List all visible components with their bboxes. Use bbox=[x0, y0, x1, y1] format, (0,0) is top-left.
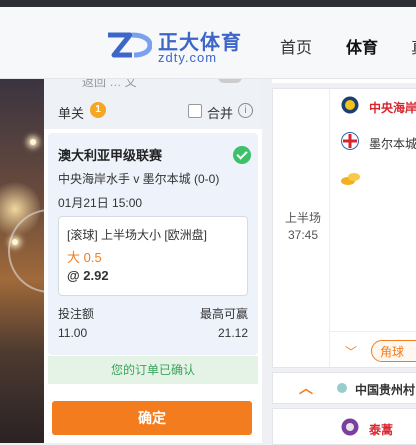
team-home-2[interactable]: 泰蒿 bbox=[369, 421, 393, 438]
chevron-down-icon[interactable]: ﹀ bbox=[345, 343, 357, 360]
bet-datetime: 01月21日 15:00 bbox=[58, 196, 143, 210]
merge-label: 合并 bbox=[207, 106, 234, 121]
single-bet-tab[interactable]: 单关 bbox=[58, 103, 84, 122]
site-header: 正大体育 zdty.com 首页 体育 真 bbox=[0, 7, 416, 79]
match-panel-top bbox=[272, 79, 416, 83]
bet-odds: @ 2.92 bbox=[67, 268, 109, 283]
bet-league: 澳大利亚甲级联赛 bbox=[58, 148, 163, 163]
match-row-separator bbox=[330, 331, 416, 332]
match-period: 上半场 bbox=[284, 211, 321, 225]
team-home[interactable]: 中央海岸 bbox=[369, 99, 416, 116]
zd-logo-icon bbox=[108, 32, 152, 58]
nav-sports[interactable]: 体育 bbox=[346, 34, 378, 58]
stake-label: 投注额 bbox=[58, 307, 95, 321]
bet-teams: 中央海岸水手 v 墨尔本城 (0-0) bbox=[58, 172, 220, 186]
max-win-value: 21.12 bbox=[217, 326, 248, 340]
match-card-2[interactable]: 泰蒿 bbox=[272, 408, 416, 445]
site-logo[interactable]: 正大体育 zdty.com bbox=[106, 27, 241, 67]
bet-card: 澳大利亚甲级联赛 中央海岸水手 v 墨尔本城 (0-0) 01月21日 15:0… bbox=[48, 133, 258, 355]
chevron-up-icon[interactable]: ︿ bbox=[299, 378, 313, 398]
central-coast-crest-icon bbox=[341, 96, 359, 114]
team-away[interactable]: 墨尔本城 bbox=[369, 135, 416, 152]
corner-market-button[interactable]: 角球 bbox=[371, 340, 416, 362]
match-clock: 37:45 bbox=[287, 228, 319, 242]
league-icon bbox=[337, 383, 347, 393]
logo-text-en: zdty.com bbox=[158, 50, 218, 65]
match-time-column: 上半场 37:45 bbox=[273, 89, 330, 367]
stadium-background-image bbox=[0, 79, 44, 443]
nav-home[interactable]: 首页 bbox=[280, 34, 312, 58]
order-confirmed-banner: 您的订单已确认 bbox=[48, 356, 258, 384]
single-count-badge: 1 bbox=[90, 102, 106, 118]
confirm-button[interactable]: 确定 bbox=[52, 401, 252, 435]
bet-mode-row: 单关 1 合并 i bbox=[44, 93, 262, 129]
league-header-bar[interactable]: ︿ 中国贵州村 bbox=[272, 372, 416, 404]
bet-selection-box: [滚球] 上半场大小 [欧洲盘] 大 0.5 @ 2.92 bbox=[58, 216, 248, 296]
bet-market: [滚球] 上半场大小 [欧洲盘] bbox=[67, 228, 208, 242]
merge-checkbox[interactable] bbox=[188, 104, 202, 118]
live-match-card[interactable]: 上半场 37:45 中央海岸 墨尔本城 ﹀ 角球 bbox=[272, 88, 416, 368]
melbourne-city-crest-icon bbox=[341, 132, 359, 150]
slip-top-partial: 返回 … 又 bbox=[44, 79, 262, 93]
bet-slip: 返回 … 又 单关 1 合并 i 澳大利亚甲级联赛 中央海岸水手 v 墨尔本城 … bbox=[44, 79, 262, 443]
nav-live[interactable]: 真 bbox=[411, 34, 416, 58]
league-name: 中国贵州村 bbox=[355, 383, 416, 397]
bet-pick: 大 0.5 bbox=[67, 250, 102, 265]
stake-value: 11.00 bbox=[58, 326, 88, 340]
stadium-light bbox=[30, 139, 36, 145]
check-success-icon bbox=[233, 146, 251, 164]
panel-divider bbox=[262, 79, 272, 443]
max-win-label: 最高可赢 bbox=[199, 307, 248, 321]
slip-top-toggle[interactable] bbox=[218, 79, 242, 83]
browser-top-strip bbox=[0, 0, 416, 7]
stadium-light bbox=[12, 239, 18, 245]
info-icon[interactable]: i bbox=[238, 103, 253, 118]
slip-top-text: 返回 … 又 bbox=[82, 79, 137, 89]
team-crest-icon bbox=[341, 418, 359, 436]
coins-icon bbox=[341, 173, 360, 185]
